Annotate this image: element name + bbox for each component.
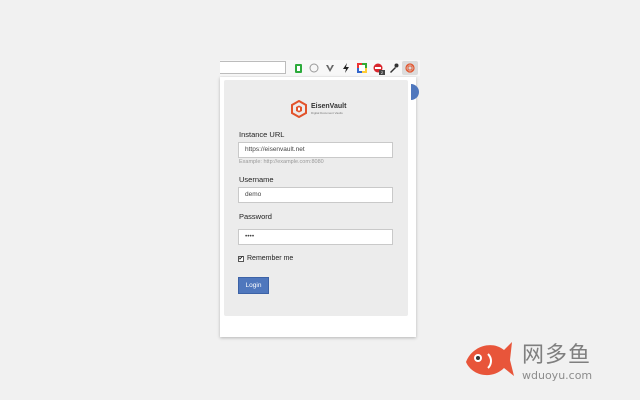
logo-name: EisenVault <box>311 103 347 110</box>
lightning-bolt-icon[interactable] <box>338 61 354 75</box>
color-picker-icon[interactable] <box>354 61 370 75</box>
eisenvault-logo-icon <box>291 100 307 118</box>
eisenvault-logo: EisenVault Digital Document Vaults <box>290 100 346 118</box>
page-side-tab <box>411 84 419 100</box>
watermark-title: 网多鱼 <box>522 342 592 368</box>
username-label: Username <box>239 175 274 184</box>
login-button[interactable]: Login <box>238 277 269 294</box>
password-label: Password <box>239 212 272 221</box>
password-input[interactable]: •••• <box>238 229 393 245</box>
remember-me-checkbox[interactable]: ✔ <box>238 255 244 262</box>
watermark: 网多鱼 wduoyu.com <box>462 332 592 386</box>
address-bar[interactable] <box>220 61 286 74</box>
eyedropper-icon[interactable] <box>386 61 402 75</box>
watermark-url: wduoyu.com <box>522 368 593 382</box>
extension-badge: 2 <box>379 70 385 75</box>
instance-url-input[interactable]: https://eisenvault.net <box>238 142 393 158</box>
circle-outline-icon[interactable] <box>306 61 322 75</box>
logo-tagline: Digital Document Vaults <box>311 111 343 115</box>
evernote-green-icon[interactable] <box>290 61 306 75</box>
adblock-red-icon[interactable]: 2 <box>370 61 386 75</box>
username-input[interactable]: demo <box>238 187 393 203</box>
fish-logo-icon <box>466 342 514 376</box>
instance-url-label: Instance URL <box>239 130 285 139</box>
eisenvault-extension-icon[interactable] <box>402 61 418 75</box>
remember-me-row[interactable]: ✔ Remember me <box>238 255 293 262</box>
remember-me-label: Remember me <box>247 255 294 262</box>
instance-url-hint: Example: http://example.com:8080 <box>239 159 324 165</box>
extension-icons: 2 <box>290 61 418 75</box>
vivaldi-v-icon[interactable] <box>322 61 338 75</box>
